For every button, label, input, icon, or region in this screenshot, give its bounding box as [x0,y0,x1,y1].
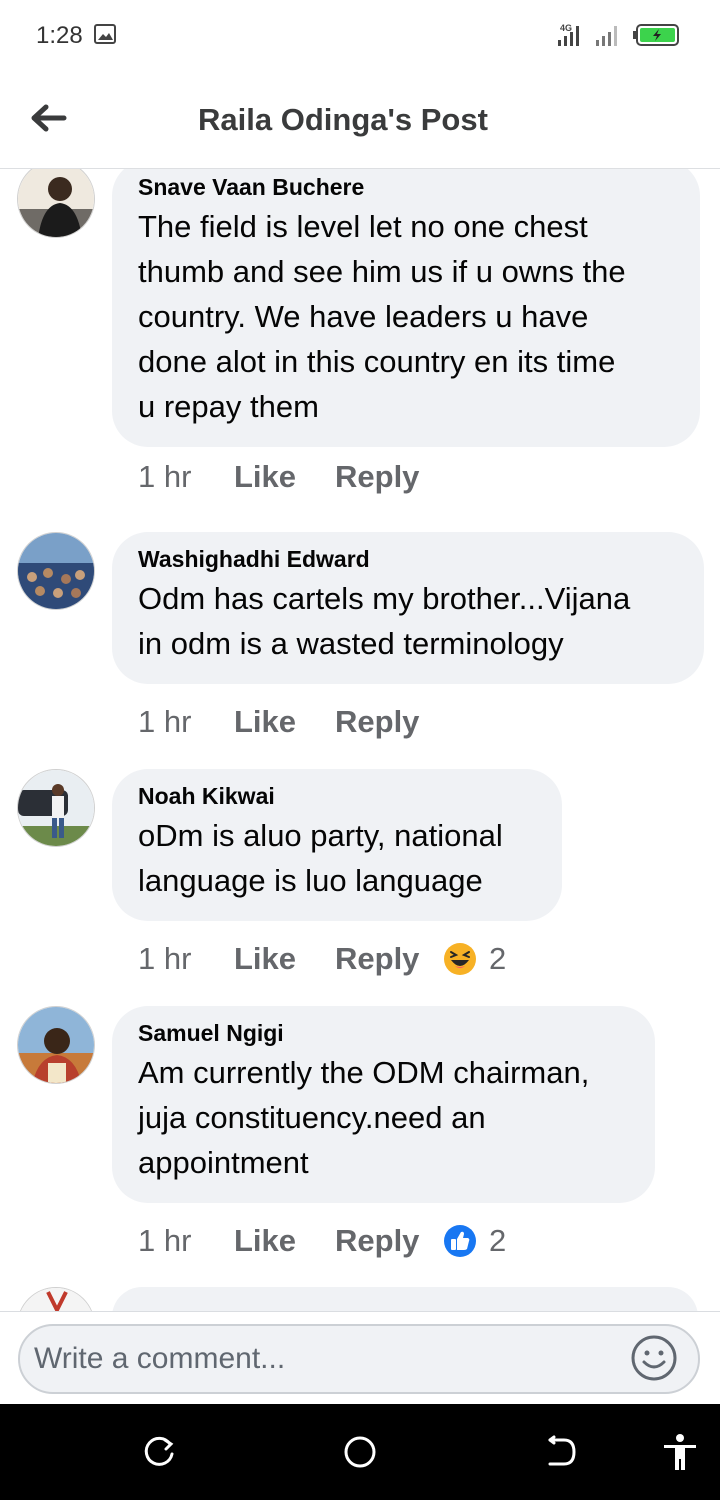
comment-timestamp[interactable]: 1 hr [138,704,234,740]
page-title: Raila Odinga's Post [198,102,488,137]
status-time: 1:28 [36,22,83,49]
comment-composer: Write a comment... [0,1311,720,1405]
comment-timestamp[interactable]: 1 hr [138,941,234,977]
reply-button[interactable]: Reply [335,459,443,495]
comment-text: The field is level let no one chest thum… [138,204,674,429]
comment-line: Am currently the ODM chairman, [138,1055,590,1090]
comment-text: oDm is aluo party, national language is … [138,813,536,903]
battery-icon [633,24,679,46]
comment-line: appointment [138,1145,309,1180]
avatar-photo-icon [18,1288,94,1311]
comment-author[interactable]: Samuel Ngigi [138,1018,629,1048]
avatar-photo-icon [18,169,94,237]
comment-author[interactable]: Snave Vaan Buchere [138,172,674,202]
comment-author[interactable]: Washighadhi Edward [138,544,678,574]
system-navigation-bar [0,1404,720,1500]
comment-author[interactable]: Noah Kikwai [138,781,536,811]
post-header: Raila Odinga's Post [0,72,720,169]
comment-line: language is luo language [138,863,483,898]
comment-timestamp[interactable]: 1 hr [138,1223,234,1259]
reply-button[interactable]: Reply [335,1223,443,1259]
avatar-photo-icon [18,1007,94,1083]
comment-actions: 1 hr Like Reply 2 [138,1219,506,1263]
like-button[interactable]: Like [234,704,335,740]
reaction-summary[interactable]: 2 [443,941,506,977]
signal-4g-icon: 4G [558,23,579,46]
status-bar: 1:28 4G [0,0,720,72]
comment-actions: 1 hr Like Reply 2 [138,937,506,981]
comment-input-placeholder: Write a comment... [34,1342,286,1375]
comment-input[interactable]: Write a comment... [18,1324,700,1394]
avatar-photo-icon [18,533,94,609]
status-indicators: 4G [556,22,696,48]
avatar-photo-icon [18,770,94,846]
avatar[interactable] [17,769,95,847]
avatar[interactable] [17,532,95,610]
comment-line: The field is level let no one chest [138,209,588,244]
reply-button[interactable]: Reply [335,941,443,977]
thumbs-up-icon [444,1225,476,1257]
accessibility-icon[interactable] [660,1432,700,1472]
comment-line: thumb and see him us if u owns the [138,254,626,289]
home-icon[interactable] [340,1432,380,1472]
comment-timestamp[interactable]: 1 hr [138,459,234,495]
comment-text: Odm has cartels my brother...Vijana in o… [138,576,678,666]
avatar[interactable] [17,1006,95,1084]
laughing-emoji-icon [444,943,476,975]
comments-list: Snave Vaan Buchere The field is level le… [0,169,720,1311]
reaction-count: 2 [489,1223,507,1258]
avatar[interactable] [17,1287,95,1311]
reply-button[interactable]: Reply [335,704,443,740]
reaction-summary[interactable]: 2 [443,1223,506,1259]
comment-actions: 1 hr Like Reply [138,455,443,499]
comment-line: Odm has cartels my brother...Vijana [138,581,631,616]
like-button[interactable]: Like [234,1223,335,1259]
like-button[interactable]: Like [234,459,335,495]
comment-text: Am currently the ODM chairman, juja cons… [138,1050,629,1185]
comment-bubble[interactable]: Noah Kikwai oDm is aluo party, national … [112,769,562,921]
comment-line: in odm is a wasted terminology [138,626,564,661]
image-notification-icon [94,24,116,44]
comment-bubble[interactable]: Washighadhi Edward Odm has cartels my br… [112,532,704,684]
comment-bubble[interactable] [112,1287,698,1311]
comment-bubble[interactable]: Samuel Ngigi Am currently the ODM chairm… [112,1006,655,1203]
avatar[interactable] [17,169,95,238]
back-nav-icon[interactable] [540,1432,580,1472]
reaction-count: 2 [489,941,507,976]
comment-bubble[interactable]: Snave Vaan Buchere The field is level le… [112,169,700,447]
recent-apps-icon[interactable] [140,1432,180,1472]
comment-line: country. We have leaders u have [138,299,589,334]
emoji-smiley-icon[interactable] [630,1334,678,1382]
comment-line: done alot in this country en its time [138,344,616,379]
comment-line: u repay them [138,389,319,424]
comment-actions: 1 hr Like Reply [138,700,443,744]
network-type-label: 4G [560,23,572,33]
signal-icon [596,26,617,46]
comment-line: juja constituency.need an [138,1100,486,1135]
like-button[interactable]: Like [234,941,335,977]
comment-line: oDm is aluo party, national [138,818,503,853]
